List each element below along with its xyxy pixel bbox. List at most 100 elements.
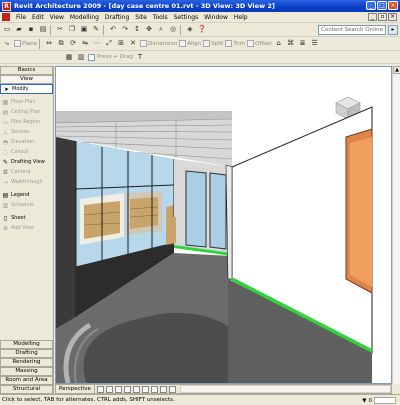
menu-view[interactable]: View xyxy=(47,14,67,21)
grid-icon[interactable]: ▥ xyxy=(76,52,86,62)
menu-edit[interactable]: Edit xyxy=(29,14,47,21)
press-drag-label: Press + Drag xyxy=(97,54,133,60)
move-tool-icon[interactable]: ⇔ xyxy=(44,39,54,49)
menu-modelling[interactable]: Modelling xyxy=(67,14,102,21)
resize-icon[interactable]: ⤢ xyxy=(104,39,114,49)
text-tool-icon[interactable]: T xyxy=(135,52,145,62)
copy-icon[interactable]: ❐ xyxy=(67,25,77,35)
sidebar-item-sheet[interactable]: ▯ Sheet xyxy=(0,213,53,223)
sidebar-item-label: Walkthrough xyxy=(11,179,43,185)
arrow-icon[interactable]: ⤷ xyxy=(2,39,12,49)
content-search-input[interactable]: Content Search Online xyxy=(318,25,386,35)
menu-bar: File Edit View Modelling Drafting Site T… xyxy=(0,12,400,23)
vertical-scrollbar[interactable]: ▲ xyxy=(392,66,400,384)
menu-help[interactable]: Help xyxy=(231,14,251,21)
undo-icon[interactable]: ↶ xyxy=(108,25,118,35)
match-icon[interactable]: ✎ xyxy=(91,25,101,35)
menu-tools[interactable]: Tools xyxy=(150,14,171,21)
redo-icon[interactable]: ↷ xyxy=(120,25,130,35)
save-icon[interactable]: ▪ xyxy=(26,25,36,35)
tab-basics[interactable]: Basics xyxy=(0,66,53,75)
sidebar-item-section[interactable]: ⊥ Section xyxy=(0,127,53,137)
toolbar-separator xyxy=(103,24,104,35)
print-icon[interactable]: ▤ xyxy=(38,25,48,35)
perspective-render xyxy=(55,96,373,384)
standard-toolbar: ▭ ▰ ▪ ▤ ✂ ❐ ▣ ✎ ↶ ↷ ↕ ✥ ⌕ ◎ ◈ ❓ Content … xyxy=(0,23,400,37)
press-drag-checkbox[interactable] xyxy=(88,53,95,61)
workplane-icon[interactable]: ▦ xyxy=(64,52,74,62)
sun-path-icon[interactable] xyxy=(123,385,131,393)
sidebar-item-legend[interactable]: ▤ Legend xyxy=(0,190,53,200)
sidebar-item-walkthrough[interactable]: ⇢ Walkthrough xyxy=(0,177,53,187)
paste-icon[interactable]: ▣ xyxy=(79,25,89,35)
sidebar-item-floor-plan[interactable]: ▦ Floor Plan xyxy=(0,97,53,107)
schedule-icon: ▥ xyxy=(2,201,9,209)
model-graphics-icon[interactable] xyxy=(105,385,113,393)
shadows-icon[interactable] xyxy=(114,385,122,393)
status-field xyxy=(374,397,396,404)
tab-modelling[interactable]: Modelling xyxy=(0,340,53,349)
offset-tool: Offset xyxy=(247,40,272,47)
scroll-up-icon[interactable]: ▲ xyxy=(393,66,400,74)
sidebar-item-plan-region[interactable]: ▭ Plan Region xyxy=(0,117,53,127)
maximize-button[interactable]: □ xyxy=(377,1,387,10)
sidebar-item-camera[interactable]: ◘ Camera xyxy=(0,167,53,177)
type-icon[interactable]: ☰ xyxy=(310,39,320,49)
tab-view[interactable]: View xyxy=(0,75,53,84)
render-icon[interactable] xyxy=(168,385,176,393)
minimize-button[interactable]: _ xyxy=(366,1,376,10)
menu-window[interactable]: Window xyxy=(201,14,231,21)
reveal-hidden-icon[interactable] xyxy=(159,385,167,393)
search-go-icon[interactable]: ▸ xyxy=(388,25,398,35)
view-scale-label[interactable]: Perspective xyxy=(56,385,95,393)
sidebar-item-schedule[interactable]: ▥ Schedule xyxy=(0,200,53,210)
lock-icon[interactable]: ⌂ xyxy=(274,39,284,49)
new-icon[interactable]: ▭ xyxy=(2,25,12,35)
hide-isolate-icon[interactable] xyxy=(150,385,158,393)
unlock-icon[interactable]: ⌘ xyxy=(286,39,296,49)
default-3d-icon[interactable]: ◈ xyxy=(185,25,195,35)
tab-rendering[interactable]: Rendering xyxy=(0,358,53,367)
measure-icon[interactable]: ↕ xyxy=(132,25,142,35)
menu-settings[interactable]: Settings xyxy=(171,14,202,21)
sidebar-item-drafting-view[interactable]: ✎ Drafting View xyxy=(0,157,53,167)
document-icon[interactable] xyxy=(2,13,10,21)
doc-close-button[interactable]: × xyxy=(388,13,397,21)
sidebar-item-ceiling-plan[interactable]: ▤ Ceiling Plan xyxy=(0,107,53,117)
open-icon[interactable]: ▰ xyxy=(14,25,24,35)
cut-icon[interactable]: ✂ xyxy=(55,25,65,35)
rotate-icon[interactable]: ⟳ xyxy=(68,39,78,49)
delete-icon[interactable]: ✕ xyxy=(128,39,138,49)
pan-icon[interactable]: ✥ xyxy=(144,25,154,35)
tab-structural[interactable]: Structural xyxy=(0,385,53,394)
filter-icon[interactable]: ▼ xyxy=(362,398,366,404)
horizontal-scrollbar[interactable] xyxy=(179,385,391,393)
array-icon[interactable]: ⋯ xyxy=(92,39,102,49)
sidebar-item-add-view[interactable]: ⊕ Add View xyxy=(0,223,53,233)
doc-restore-button[interactable]: ▫ xyxy=(378,13,387,21)
tab-drafting[interactable]: Drafting xyxy=(0,349,53,358)
detail-level-icon[interactable] xyxy=(96,385,104,393)
tab-massing[interactable]: Massing xyxy=(0,367,53,376)
copy-tool-icon[interactable]: ⧉ xyxy=(56,39,66,49)
menu-file[interactable]: File xyxy=(13,14,29,21)
help-icon[interactable]: ❓ xyxy=(197,25,207,35)
group-icon[interactable]: ⊞ xyxy=(116,39,126,49)
orbit-icon[interactable]: ◎ xyxy=(168,25,178,35)
doc-minimize-button[interactable]: _ xyxy=(368,13,377,21)
menu-drafting[interactable]: Drafting xyxy=(102,14,132,21)
tab-room-and-area[interactable]: Room and Area xyxy=(0,376,53,385)
zoom-icon[interactable]: ⌕ xyxy=(156,25,166,35)
close-button[interactable]: × xyxy=(388,1,398,10)
options-toolbar: ▦ ▥ Press + Drag T xyxy=(0,51,400,64)
sidebar-item-modify[interactable]: ➤ Modify xyxy=(0,84,53,94)
sidebar-item-callout[interactable]: ◌ Callout xyxy=(0,147,53,157)
show-crop-icon[interactable] xyxy=(141,385,149,393)
mirror-icon[interactable]: ⇋ xyxy=(80,39,90,49)
crop-region-icon[interactable] xyxy=(132,385,140,393)
camera-icon: ◘ xyxy=(3,168,8,176)
properties-icon[interactable]: ≣ xyxy=(298,39,308,49)
menu-site[interactable]: Site xyxy=(132,14,150,21)
sidebar-item-elevation[interactable]: ◓ Elevation xyxy=(0,137,53,147)
3d-view-canvas[interactable] xyxy=(55,66,392,384)
